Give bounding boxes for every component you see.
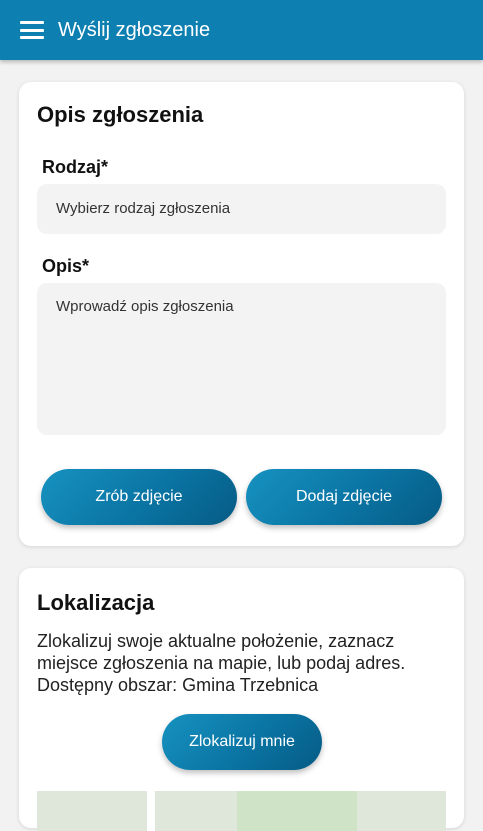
type-select[interactable]: Wybierz rodzaj zgłoszenia bbox=[37, 184, 446, 234]
location-description: Zlokalizuj swoje aktualne położenie, zaz… bbox=[37, 631, 406, 695]
location-card: Lokalizacja Zlokalizuj swoje aktualne po… bbox=[19, 568, 464, 831]
map-park-area bbox=[237, 791, 357, 831]
description-card: Opis zgłoszenia Rodzaj* Wybierz rodzaj z… bbox=[19, 82, 464, 546]
locate-me-button[interactable]: Zlokalizuj mnie bbox=[162, 714, 322, 770]
description-card-title: Opis zgłoszenia bbox=[37, 102, 204, 127]
page-title: Wyślij zgłoszenie bbox=[58, 18, 211, 41]
app-bar: Wyślij zgłoszenie bbox=[0, 0, 483, 60]
menu-line bbox=[20, 21, 44, 24]
description-label: Opis* bbox=[42, 256, 90, 276]
type-label: Rodzaj* bbox=[42, 157, 109, 177]
take-photo-button[interactable]: Zrób zdjęcie bbox=[41, 469, 237, 525]
description-textarea[interactable]: Wprowadź opis zgłoszenia bbox=[37, 283, 446, 435]
location-card-title: Lokalizacja bbox=[37, 590, 155, 615]
hamburger-menu-icon[interactable] bbox=[20, 21, 44, 39]
add-photo-button[interactable]: Dodaj zdjęcie bbox=[246, 469, 442, 525]
location-map[interactable] bbox=[37, 791, 446, 831]
map-road bbox=[147, 791, 155, 831]
menu-line bbox=[20, 28, 44, 32]
menu-line bbox=[20, 36, 44, 39]
